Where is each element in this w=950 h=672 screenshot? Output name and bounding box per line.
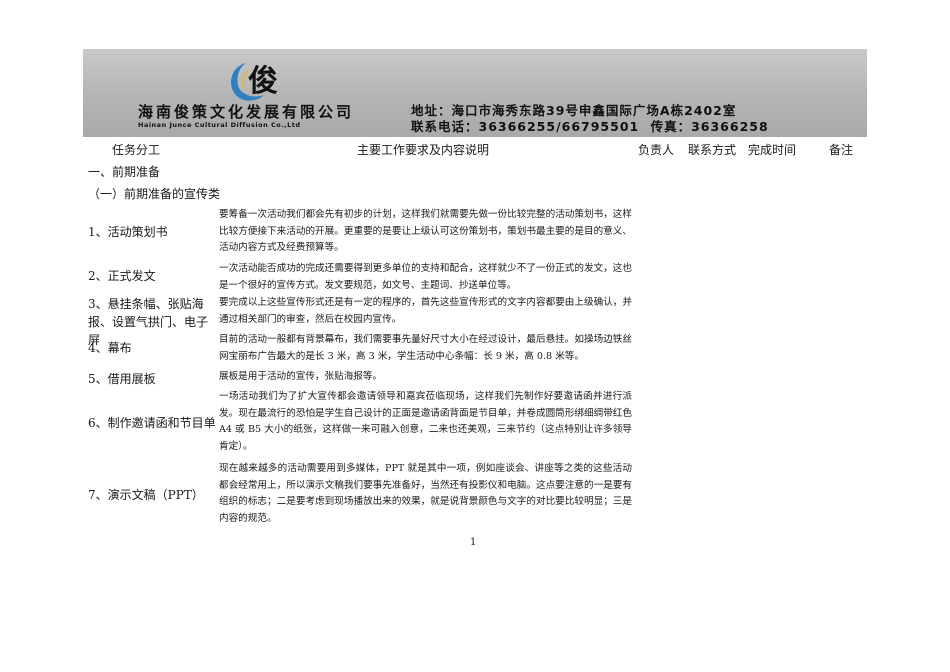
col-header-task: 任务分工	[112, 143, 161, 157]
task-description: 目前的活动一般都有背景幕布，我们需要事先量好尺寸大小在经过设计，最后悬挂。如操场…	[219, 334, 632, 362]
task-description: 一场活动我们为了扩大宣传都会邀请领导和嘉宾莅临现场，这样我们先制作好要邀请函并进…	[219, 391, 632, 452]
section-title: 一、前期准备	[88, 165, 161, 179]
company-contact: 联系电话：36366255/66795501 传真：36366258	[411, 116, 775, 135]
task-label: 5、借用展板	[88, 372, 156, 386]
company-name-en: Hainan Junce Cultural Diffusion Co.,Ltd	[138, 121, 301, 129]
task-label: 2、正式发文	[88, 269, 156, 283]
task-description: 展板是用于活动的宣传，张贴海报等。	[219, 371, 383, 382]
col-header-deadline: 完成时间	[748, 143, 797, 157]
task-description: 要筹备一次活动我们都会先有初步的计划，这样我们就需要先做一份比较完整的活动策划书…	[219, 209, 632, 254]
col-header-contact: 联系方式	[688, 143, 737, 157]
fax-number: 传真：36366258	[650, 119, 769, 134]
col-header-content: 主要工作要求及内容说明	[357, 143, 490, 157]
logo-char: 俊	[248, 64, 278, 99]
task-description: 要完成以上这些宣传形式还是有一定的程序的，首先这些宣传形式的文字内容都要由上级确…	[219, 297, 632, 325]
page-number: 1	[470, 537, 477, 548]
company-name-cn: 海南俊策文化发展有限公司	[138, 103, 355, 121]
col-header-remark: 备注	[829, 143, 854, 157]
col-header-owner: 负责人	[638, 143, 675, 157]
task-label: 6、制作邀请函和节目单	[88, 416, 216, 430]
task-label: 1、活动策划书	[88, 225, 168, 239]
letterhead-banner: 俊 海南俊策文化发展有限公司 Hainan Junce Cultural Dif…	[83, 49, 867, 137]
subsection-title: （一）前期准备的宣传类	[88, 187, 221, 201]
task-description: 一次活动能否成功的完成还需要得到更多单位的支持和配合，这样就少不了一份正式的发文…	[219, 263, 632, 291]
task-label: 7、演示文稿（PPT）	[88, 488, 204, 502]
phone-number: 联系电话：36366255/66795501	[411, 119, 640, 134]
company-logo-icon: 俊	[231, 63, 278, 101]
task-label: 4、幕布	[88, 341, 132, 355]
task-description: 现在越来越多的活动需要用到多媒体，PPT 就是其中一项，例如座谈会、讲座等之类的…	[219, 463, 632, 524]
